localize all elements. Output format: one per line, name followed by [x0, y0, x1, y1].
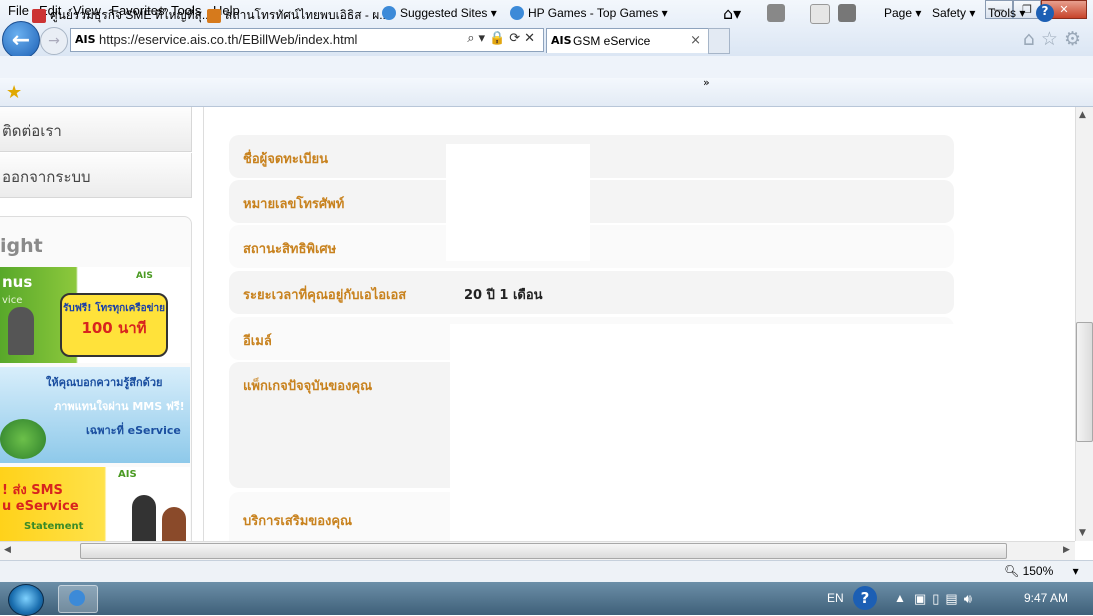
menu-bar: [0, 56, 1093, 78]
favorite-link-sme[interactable]: ศูนย์รวมธุรกิจ SME ที่ใหญ่ที่สุ...: [32, 6, 212, 25]
chevron-down-icon: ▾: [1072, 564, 1079, 578]
horizontal-scroll-thumb[interactable]: [80, 543, 1007, 559]
gift-graphic: [0, 419, 46, 459]
scroll-right-arrow-icon[interactable]: ▶: [1063, 545, 1070, 555]
sidebar-link-label: ออกจากระบบ: [2, 168, 91, 186]
page-content: ติดต่อเรา ออกจากระบบ ight nus vice รับฟร…: [0, 107, 1075, 541]
zoom-icon: 🔍︎: [1004, 564, 1020, 578]
tools-menu[interactable]: Tools ▾: [988, 6, 1025, 20]
favorite-label: สถานโทรทัศน์ไทยพบเอิธิส - ผ...: [225, 8, 390, 22]
print-icon[interactable]: [838, 4, 856, 22]
tab-gsm-eservice[interactable]: AIS GSM eService ×: [546, 28, 710, 53]
tab-title: GSM eService: [573, 34, 651, 48]
tray-expand-icon[interactable]: ▲: [894, 591, 906, 605]
banner-line2: u eService: [2, 499, 79, 514]
banner-sms-statement[interactable]: ! ส่ง SMS u eService Statement AIS: [0, 467, 190, 541]
favorite-link-tv[interactable]: สถานโทรทัศน์ไทยพบเอิธิส - ผ...: [207, 6, 389, 25]
page-menu[interactable]: Page ▾: [884, 6, 921, 20]
column-divider: [203, 107, 204, 541]
banner-tag: Statement: [24, 521, 84, 532]
new-tab-button[interactable]: [708, 28, 730, 54]
row-label: บริการเสริมของคุณ: [243, 514, 353, 529]
profile-row-registered-name: ชื่อผู้จดทะเบียน: [229, 135, 954, 178]
highlight-title: ight: [0, 235, 43, 257]
tv-icon: [207, 8, 221, 23]
status-bar: [0, 560, 1093, 583]
start-button[interactable]: [8, 584, 44, 616]
scroll-down-arrow-icon[interactable]: ▼: [1079, 528, 1086, 538]
home-favorites-settings-icons[interactable]: ⌂☆⚙: [1023, 28, 1087, 50]
row-value: 20 ปี 1 เดือน: [464, 288, 543, 303]
ie-icon: [510, 6, 524, 20]
mail-icon[interactable]: [810, 4, 830, 24]
scroll-up-arrow-icon[interactable]: ▲: [1079, 110, 1086, 120]
redacted-area: [446, 144, 590, 261]
favorite-label: Suggested Sites ▾: [400, 6, 497, 20]
banner-mms[interactable]: ให้คุณบอกความรู้สึกด้วย ภาพแทนใจผ่าน MMS…: [0, 367, 190, 463]
forward-button[interactable]: →: [40, 27, 68, 55]
chevron-more-icon[interactable]: »: [703, 76, 710, 89]
banner-sub: vice: [2, 295, 23, 306]
favorite-label: ศูนย์รวมธุรกิจ SME ที่ใหญ่ที่สุ...: [50, 8, 212, 22]
back-button[interactable]: ←: [2, 21, 40, 59]
home-icon[interactable]: ⌂▾: [723, 4, 741, 23]
zoom-level: 150%: [1022, 564, 1054, 578]
person-image: [132, 495, 156, 541]
ais-logo: AIS: [136, 271, 153, 281]
profile-row-phone-number: หมายเลขโทรศัพท์: [229, 180, 954, 223]
profile-row-privilege-status: สถานะสิทธิพิเศษ: [229, 225, 954, 268]
ie-icon: [382, 6, 396, 20]
sidebar-link-contact[interactable]: ติดต่อเรา: [0, 107, 192, 152]
address-bar[interactable]: AIS https://eservice.ais.co.th/EBillWeb/…: [70, 28, 544, 52]
banner-free-calls[interactable]: nus vice รับฟรี! โทรทุกเครือข่าย 100 นาท…: [0, 267, 190, 363]
tab-favicon: AIS: [551, 34, 572, 47]
favorite-suggested-sites[interactable]: Suggested Sites ▾: [382, 6, 497, 20]
row-label: หมายเลขโทรศัพท์: [243, 197, 345, 212]
zoom-control[interactable]: 🔍︎ 150% ▾: [1004, 564, 1079, 578]
site-favicon: AIS: [75, 33, 96, 46]
language-indicator[interactable]: EN: [827, 591, 844, 605]
clock[interactable]: 9:47 AM: [1024, 591, 1068, 605]
vertical-scroll-thumb[interactable]: [1076, 322, 1093, 442]
banner-line2: ภาพแทนใจผ่าน MMS ฟรี!: [54, 400, 185, 413]
banner-line1: ให้คุณบอกความรู้สึกด้วย: [46, 376, 163, 389]
row-label: สถานะสิทธิพิเศษ: [243, 242, 337, 257]
ais-logo: AIS: [118, 469, 137, 480]
help-icon[interactable]: ?: [1036, 4, 1054, 22]
menu-file[interactable]: File: [8, 3, 29, 18]
row-label: ระยะเวลาที่คุณอยู่กับเอไอเอส: [243, 288, 407, 303]
address-tools-icons[interactable]: ⌕▾🔒⟳✕: [467, 31, 539, 46]
ie-icon: [69, 590, 85, 606]
favorite-hp-games[interactable]: HP Games - Top Games ▾: [510, 6, 668, 20]
scroll-left-arrow-icon[interactable]: ◀: [4, 545, 11, 555]
free-minutes-badge: รับฟรี! โทรทุกเครือข่าย 100 นาที: [60, 293, 168, 357]
banner-line1: ! ส่ง SMS: [2, 483, 63, 498]
sidebar-link-label: ติดต่อเรา: [2, 122, 62, 140]
safety-menu[interactable]: Safety ▾: [932, 6, 975, 20]
favorite-label: HP Games - Top Games ▾: [528, 6, 668, 20]
badge-minutes: 100 นาที: [81, 319, 147, 337]
arrow-left-icon: ←: [11, 27, 31, 53]
badge-text: รับฟรี! โทรทุกเครือข่าย: [63, 303, 165, 314]
redacted-area: [450, 324, 954, 541]
url-text[interactable]: https://eservice.ais.co.th/EBillWeb/inde…: [99, 32, 357, 47]
row-label: อีเมล์: [243, 334, 272, 349]
favorites-star-icon[interactable]: ★: [6, 82, 22, 103]
arrow-right-icon: →: [48, 33, 60, 49]
person-image: [8, 307, 34, 355]
sidebar-link-logout[interactable]: ออกจากระบบ: [0, 153, 192, 198]
help-icon[interactable]: ?: [853, 586, 877, 610]
row-label: แพ็กเกจปัจจุบันของคุณ: [243, 379, 373, 394]
banner-line3: เฉพาะที่ eService: [86, 424, 181, 437]
row-label: ชื่อผู้จดทะเบียน: [243, 152, 329, 167]
banner-heading: nus: [2, 273, 33, 291]
favorites-bar: [0, 78, 1093, 107]
close-tab-icon[interactable]: ×: [690, 33, 701, 48]
taskbar-ie-button[interactable]: [58, 585, 98, 613]
tray-status-icons[interactable]: ▣▯▤🔊︎: [914, 591, 978, 607]
profile-row-membership-duration: ระยะเวลาที่คุณอยู่กับเอไอเอส 20 ปี 1 เดื…: [229, 271, 954, 314]
rss-feed-icon[interactable]: [767, 4, 785, 22]
person-image: [162, 507, 186, 541]
page-icon: [32, 8, 46, 23]
